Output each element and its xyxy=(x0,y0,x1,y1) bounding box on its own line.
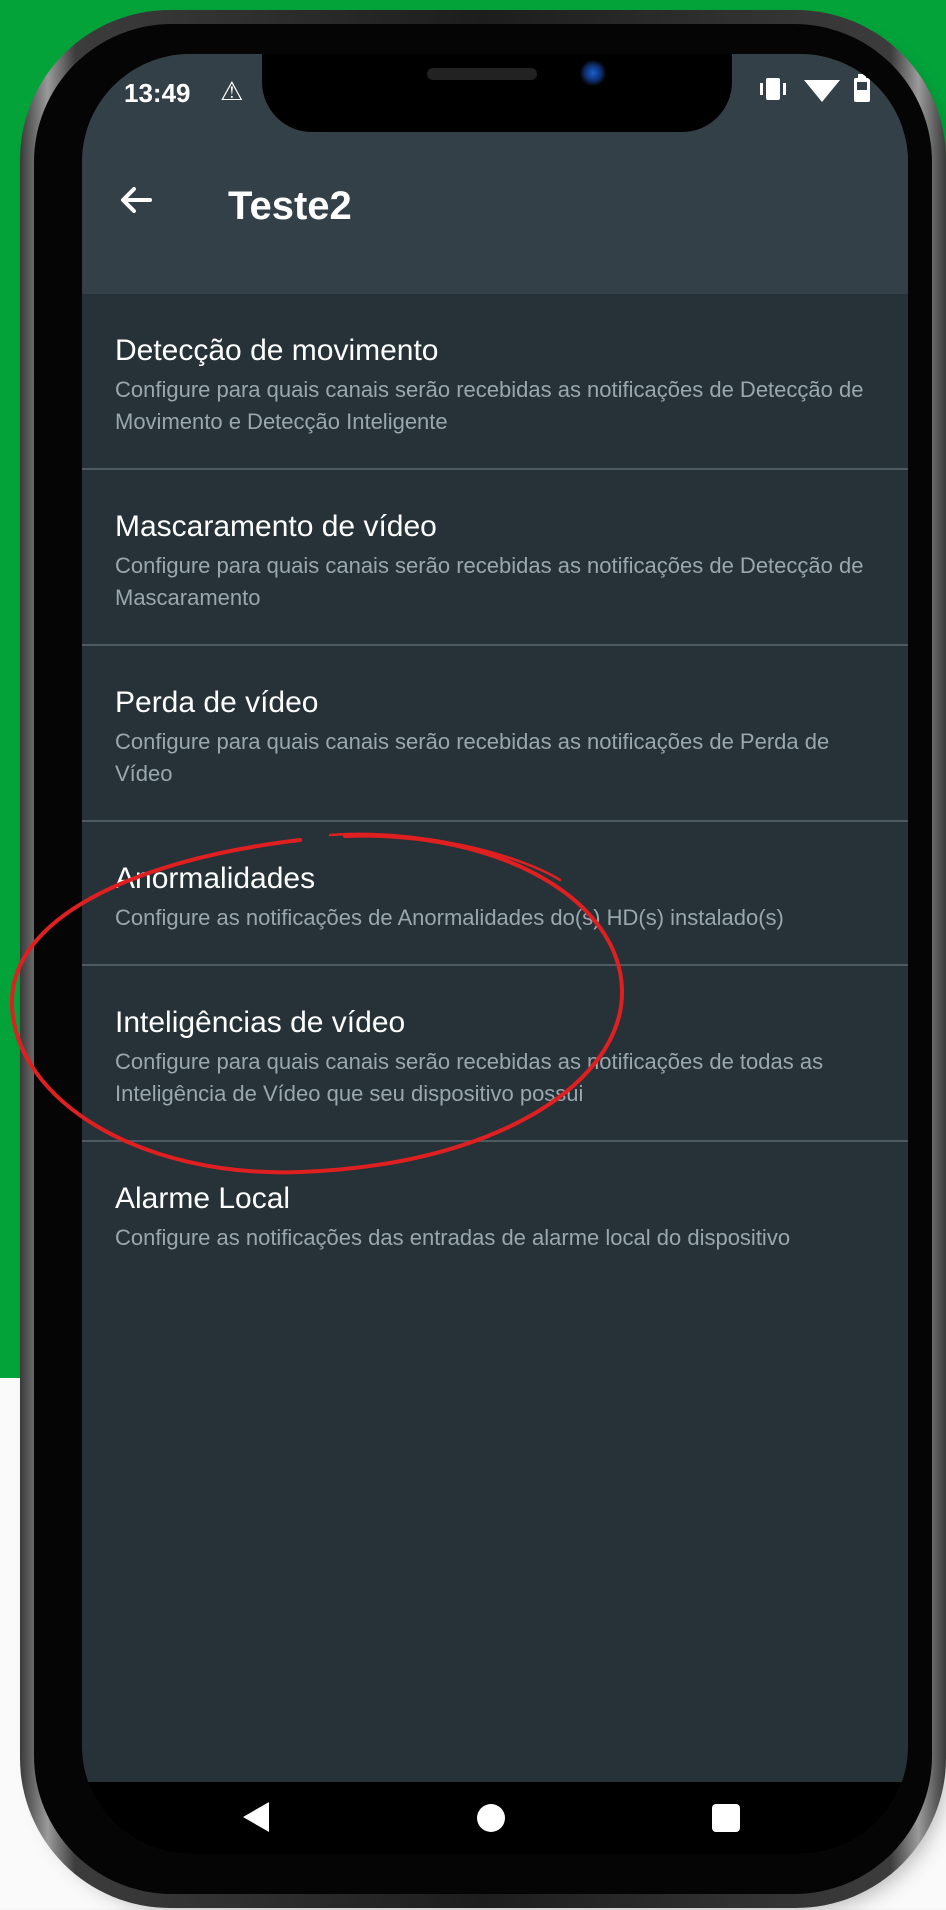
list-item-deteccao-movimento[interactable]: Detecção de movimento Configure para qua… xyxy=(82,294,908,470)
list-item-title: Inteligências de vídeo xyxy=(115,1006,406,1039)
list-item-title: Alarme Local xyxy=(115,1182,291,1215)
page-title: Teste2 xyxy=(228,184,352,228)
list-item-alarme-local[interactable]: Alarme Local Configure as notificações d… xyxy=(82,1142,908,1284)
list-item-inteligencias-video[interactable]: Inteligências de vídeo Configure para qu… xyxy=(82,966,908,1142)
notch xyxy=(262,54,732,132)
list-item-description: Configure para quais canais serão recebi… xyxy=(115,377,864,434)
list-item-perda-video[interactable]: Perda de vídeo Configure para quais cana… xyxy=(82,646,908,822)
list-item-mascaramento-video[interactable]: Mascaramento de vídeo Configure para qua… xyxy=(82,470,908,646)
list-item-title: Detecção de movimento xyxy=(115,334,439,367)
status-bar: 13:49 ⚠ xyxy=(82,54,908,144)
nav-recents-icon[interactable] xyxy=(712,1804,740,1832)
status-time: 13:49 xyxy=(124,78,191,108)
nav-back-icon[interactable] xyxy=(243,1802,269,1832)
vibrate-icon xyxy=(760,78,786,100)
list-item-description: Configure as notificações das entradas d… xyxy=(115,1225,791,1250)
list-item-description: Configure para quais canais serão recebi… xyxy=(115,729,830,786)
list-item-title: Perda de vídeo xyxy=(115,686,319,719)
list-item-description: Configure para quais canais serão recebi… xyxy=(115,1049,824,1106)
phone-screen: 13:49 ⚠ Teste2 Detecção de movimento Con… xyxy=(82,54,908,1854)
front-camera xyxy=(580,60,606,86)
nav-home-icon[interactable] xyxy=(477,1804,505,1832)
status-icons-svg xyxy=(760,74,870,102)
status-icons xyxy=(758,72,878,113)
android-nav-bar xyxy=(82,1782,908,1854)
arrow-left-icon[interactable] xyxy=(112,180,160,228)
warning-triangle-icon: ⚠ xyxy=(220,76,244,106)
list-item-title: Anormalidades xyxy=(115,862,316,895)
speaker-grille xyxy=(427,68,537,80)
battery-icon xyxy=(854,74,870,102)
list-item-anormalidades[interactable]: Anormalidades Configure as notificações … xyxy=(82,822,908,966)
list-item-description: Configure as notificações de Anormalidad… xyxy=(115,905,784,930)
app-toolbar: Teste2 xyxy=(82,144,908,294)
settings-list: Detecção de movimento Configure para qua… xyxy=(82,294,908,1284)
list-item-title: Mascaramento de vídeo xyxy=(115,510,437,543)
list-item-description: Configure para quais canais serão recebi… xyxy=(115,553,864,610)
wifi-icon xyxy=(804,80,840,102)
